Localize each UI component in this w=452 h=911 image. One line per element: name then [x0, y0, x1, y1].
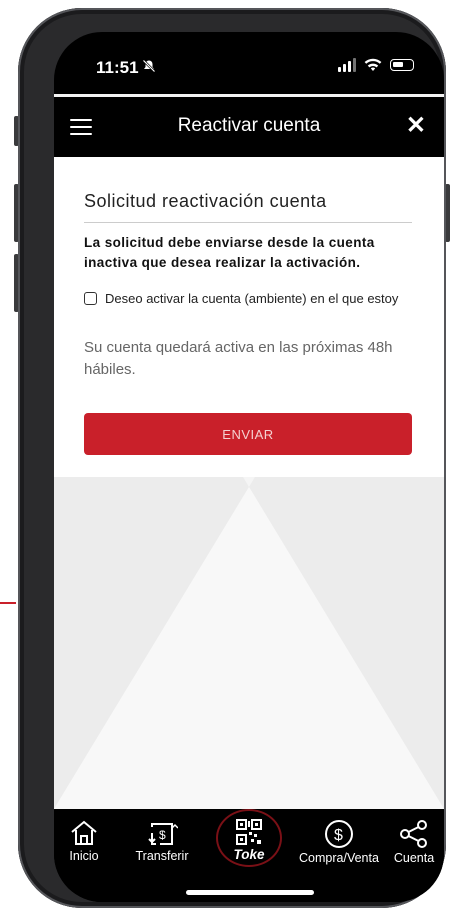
tab-cuenta-label: Cuenta — [393, 851, 435, 865]
activation-note: Su cuenta quedará activa en las próximas… — [84, 339, 393, 378]
form-divider — [84, 222, 412, 223]
page-title: Reactivar cuenta — [177, 115, 321, 136]
svg-text:$: $ — [159, 828, 166, 842]
silent-bell-icon — [142, 59, 156, 76]
activation-checkbox-row[interactable]: Deseo activar la cuenta (ambiente) en el… — [84, 289, 414, 308]
svg-text:$: $ — [334, 827, 343, 844]
dollar-icon: $ — [325, 820, 353, 848]
tab-transferir-label: Transferir — [135, 849, 189, 863]
decorative-red-line — [0, 602, 16, 604]
tab-toke[interactable]: Toke — [220, 819, 278, 862]
battery-icon — [390, 59, 414, 71]
phone-screen: 11:51 Reactivar cuenta ✕ Solicitud react… — [54, 32, 444, 902]
qr-icon — [236, 819, 262, 845]
app-header: Reactivar cuenta ✕ — [54, 97, 444, 157]
wifi-icon — [364, 58, 382, 71]
activation-checkbox[interactable] — [84, 292, 97, 305]
activation-checkbox-label[interactable]: Deseo activar la cuenta (ambiente) en el… — [105, 289, 398, 308]
reactivation-form: Solicitud reactivación cuenta La solicit… — [54, 157, 444, 477]
bottom-tab-bar: Inicio $ Transferir Toke $ Compra/Venta … — [54, 809, 444, 902]
home-icon — [71, 820, 97, 845]
home-indicator[interactable] — [186, 890, 314, 895]
tab-inicio[interactable]: Inicio — [66, 819, 102, 863]
status-bar: 11:51 — [54, 32, 444, 94]
tab-cuenta[interactable]: Cuenta — [390, 819, 438, 865]
cellular-signal-icon — [338, 58, 356, 72]
tab-transferir[interactable]: $ Transferir — [126, 819, 198, 863]
phone-frame: 11:51 Reactivar cuenta ✕ Solicitud react… — [18, 8, 446, 908]
tab-compra-venta[interactable]: $ Compra/Venta — [292, 819, 386, 865]
main-content: Solicitud reactivación cuenta La solicit… — [54, 157, 444, 809]
send-button[interactable]: ENVIAR — [84, 413, 412, 455]
close-icon[interactable]: ✕ — [406, 111, 426, 140]
status-time: 11:51 — [96, 58, 139, 77]
transfer-icon: $ — [148, 823, 178, 845]
form-instruction: La solicitud debe enviarse desde la cuen… — [84, 235, 375, 270]
tab-inicio-label: Inicio — [69, 849, 99, 863]
share-icon — [400, 820, 427, 848]
tab-toke-label: Toke — [233, 847, 265, 862]
tab-compra-venta-label: Compra/Venta — [299, 851, 379, 865]
form-title: Solicitud reactivación cuenta — [84, 191, 327, 211]
